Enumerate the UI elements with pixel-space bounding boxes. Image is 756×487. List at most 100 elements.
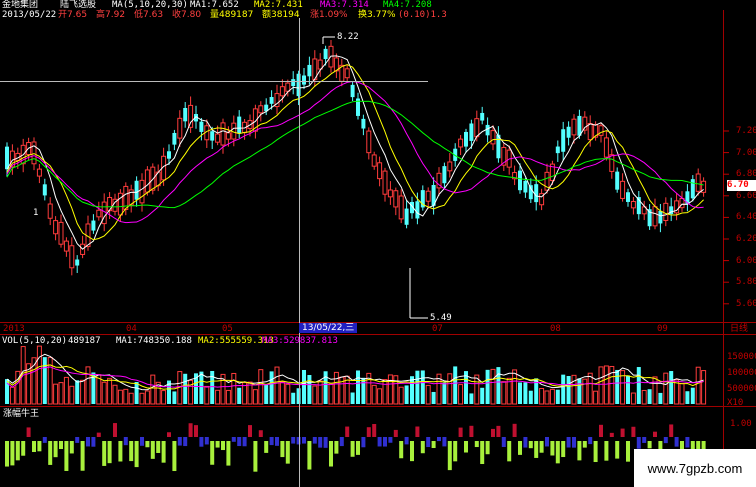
high-price: 高7.92: [96, 10, 126, 20]
volume-bar-down: [356, 370, 360, 404]
indicator-bar: [140, 437, 144, 446]
candle-down: [5, 146, 9, 170]
candle-up: [96, 209, 102, 218]
indicator-bar: [248, 425, 252, 437]
indicator-bar: [258, 430, 263, 437]
indicator-tick: 1.00: [730, 419, 752, 429]
indicator-bar: [15, 441, 20, 461]
candle-up: [620, 180, 626, 199]
formula-name[interactable]: 陆飞选股: [60, 0, 96, 10]
indicator-bar: [464, 441, 468, 453]
indicator-bar: [420, 441, 425, 454]
indicator-bar: [447, 441, 452, 471]
indicator-bar: [59, 441, 63, 450]
indicator-bar: [393, 429, 398, 437]
candle-down: [199, 121, 204, 132]
volume-bar-down: [361, 377, 366, 404]
indicator-bar: [663, 437, 668, 444]
volume-bar-up: [144, 390, 150, 405]
volume-bar-down: [690, 387, 695, 404]
vol-tick-low: 500000: [727, 384, 756, 394]
candle-down: [291, 79, 296, 87]
indicator-bar: [377, 437, 382, 447]
ma1-value: MA1:7.652: [190, 0, 239, 10]
candle-down: [518, 170, 522, 191]
chart-canvas[interactable]: [0, 0, 756, 487]
volume-value: 量489187: [210, 10, 254, 20]
indicator-bar: [372, 424, 377, 437]
indicator-bar: [577, 441, 582, 461]
indicator-bar: [231, 437, 236, 442]
volume-bar-up: [139, 392, 145, 405]
left-marker: 1: [33, 208, 39, 218]
period-button[interactable]: 日线: [730, 324, 748, 334]
indicator-bar: [5, 441, 9, 467]
volume-bar-down: [264, 384, 269, 404]
indicator-bar: [53, 441, 58, 458]
indicator-bar: [129, 441, 134, 462]
indicator-bar: [167, 432, 171, 437]
candle-up: [663, 202, 669, 221]
volume-bar-up: [274, 366, 280, 405]
indicator-bar: [491, 428, 495, 437]
candle-up: [47, 203, 53, 219]
indicator-bar: [194, 425, 198, 437]
volume-bar-up: [593, 390, 599, 405]
volume-bar-down: [523, 382, 528, 404]
price-candles: [5, 39, 707, 276]
volume-bar-up: [112, 384, 118, 405]
candle-down: [75, 259, 80, 266]
indicator-bar: [161, 441, 166, 463]
indicator-bar: [415, 426, 420, 437]
indicator-bar: [199, 437, 204, 447]
ma-params: MA(5,10,20,30): [112, 0, 188, 10]
volume-bar-up: [328, 382, 334, 405]
candle-up: [188, 104, 194, 128]
volume-bar-up: [317, 380, 323, 405]
volume-bar-down: [350, 392, 355, 404]
volume-bar-down: [658, 392, 663, 404]
volume-bar-down: [647, 389, 652, 404]
candle-up: [425, 190, 431, 202]
volume-bar-up: [161, 390, 167, 405]
indicator-bar: [221, 441, 225, 451]
volume-bar-up: [69, 385, 75, 405]
candle-up: [279, 86, 285, 97]
volume-bar-up: [603, 365, 609, 405]
extreme-markers: [322, 36, 428, 319]
volume-bar-up: [123, 388, 129, 405]
volume-bar-up: [107, 377, 113, 405]
volume-bar-down: [302, 369, 306, 404]
candle-down: [134, 180, 139, 200]
volume-bar-down: [75, 380, 80, 404]
volume-bar-down: [480, 387, 485, 404]
indicator-bar: [582, 441, 587, 448]
volume-bar-down: [485, 369, 490, 404]
volume-bar-up: [501, 381, 507, 405]
volume-bar-up: [333, 371, 339, 405]
indicator-bar: [242, 437, 247, 447]
high-marker: 8.22: [337, 32, 359, 42]
candle-up: [695, 173, 701, 192]
price-tick: 6.60: [736, 190, 756, 201]
volume-bar-down: [669, 371, 674, 404]
candle-down: [404, 208, 409, 225]
indicator-bar: [545, 437, 549, 447]
indicator-bar: [80, 441, 85, 471]
close-price: 收7.80: [172, 10, 202, 20]
volume-current: 489187: [68, 336, 101, 346]
candle-up: [490, 130, 496, 145]
indicator-bar: [399, 441, 404, 459]
volume-bar-down: [555, 389, 560, 404]
volume-bar-down: [183, 373, 188, 404]
volume-bar-up: [252, 389, 258, 405]
volume-bar-up: [398, 386, 404, 405]
turnover-rate: 换3.77%: [358, 10, 396, 20]
candle-down: [480, 112, 485, 121]
indicator-bar: [561, 441, 566, 458]
indicator-bar: [204, 437, 209, 445]
indicator-bar: [215, 441, 220, 448]
volume-bar-up: [393, 375, 399, 405]
candle-down: [307, 64, 312, 77]
indicator-bar: [253, 441, 258, 472]
